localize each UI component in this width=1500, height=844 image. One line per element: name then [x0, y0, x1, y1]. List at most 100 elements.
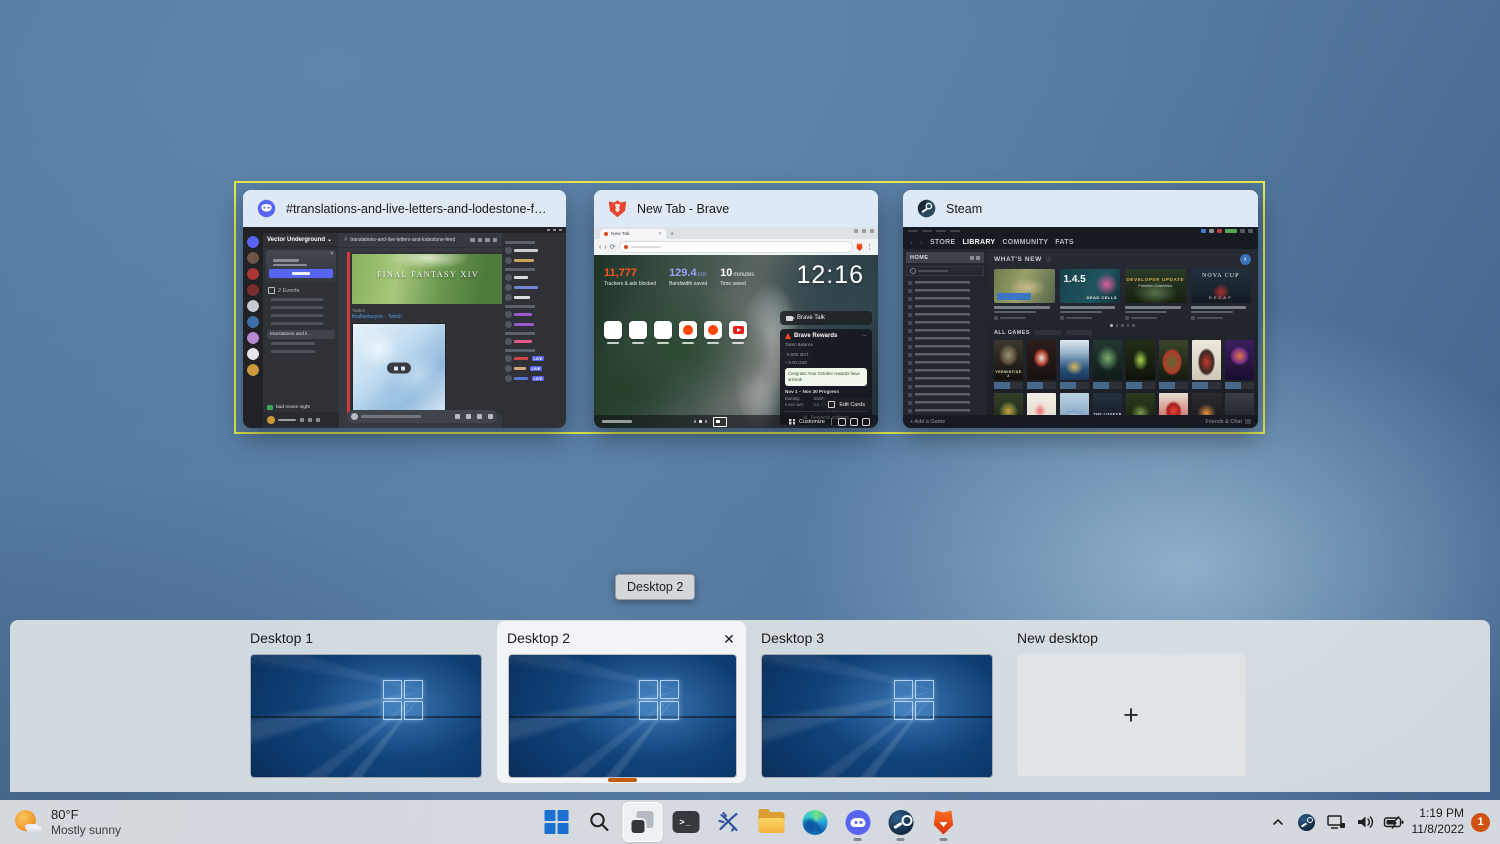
taskbar: 80°F Mostly sunny >_ — [0, 800, 1500, 844]
member-section-header — [505, 305, 535, 308]
update-card-image: 1.4.5DEAD CELLS — [1060, 269, 1121, 303]
page-dots — [694, 420, 708, 423]
window-thumbnail-header: New Tab - Brave — [594, 190, 878, 227]
terminal-button[interactable]: >_ — [666, 802, 706, 842]
desktop-3-label: Desktop 3 — [761, 630, 824, 646]
stat-label: Bandwidth saved — [669, 281, 707, 287]
skeleton-line — [1191, 311, 1233, 314]
desktop-2-thumbnail[interactable] — [508, 654, 737, 778]
start-button[interactable] — [537, 802, 577, 842]
stat-value: 11,777 — [604, 267, 656, 279]
game-cover — [1093, 340, 1122, 380]
stat-label: Trackers & ads blocked — [604, 281, 656, 287]
new-desktop-button[interactable]: + — [1017, 654, 1245, 776]
info-icon: ⓘ — [1046, 256, 1052, 263]
news-peek — [694, 417, 728, 427]
gift-icon — [455, 414, 460, 419]
input-placeholder-skeleton — [361, 415, 421, 418]
file-explorer-button[interactable] — [752, 802, 792, 842]
clock[interactable]: 1:19 PM 11/8/2022 — [1412, 806, 1465, 837]
front-square — [632, 820, 645, 833]
win10-wallpaper — [762, 655, 992, 777]
brave-talk-label: Brave Talk — [797, 315, 825, 321]
mic-icon — [300, 418, 304, 422]
embed-link: finalfantasyxiv - Twitch — [352, 314, 502, 320]
clock-widget: 12:16 — [796, 261, 864, 290]
member-section-header — [505, 349, 535, 352]
close-icon — [1248, 229, 1253, 233]
game-cover — [1060, 340, 1089, 380]
close-icon: ✕ — [723, 631, 735, 648]
rewards-period: Nov 1 – Nov 30 Progress — [785, 389, 867, 394]
media-controls — [387, 363, 411, 374]
steam-icon — [888, 810, 913, 835]
update-card-ffxiv — [994, 269, 1055, 320]
sort-pill-skeleton — [1035, 330, 1061, 335]
nav-username: FATS — [1055, 239, 1074, 246]
edit-cards-button: Edit Cards — [821, 398, 872, 411]
sketch-app-button[interactable] — [709, 802, 749, 842]
card-meta — [1191, 316, 1252, 320]
member-name — [514, 340, 532, 343]
grid-icon — [976, 256, 980, 260]
network-tray-icon[interactable] — [1325, 811, 1347, 833]
skeleton-line — [292, 272, 310, 275]
terminal-icon: >_ — [672, 811, 699, 833]
download-icon — [401, 366, 405, 370]
attach-icon — [351, 413, 358, 420]
desktop-1-thumbnail[interactable] — [250, 654, 482, 778]
speaker-icon — [1355, 812, 1375, 832]
search-button[interactable] — [580, 802, 620, 842]
all-games-filter-row: ALL GAMES — [994, 330, 1251, 336]
skeleton-line — [1060, 311, 1102, 314]
window-title: #translations-and-live-letters-and-lodes… — [286, 202, 552, 216]
minimize-icon — [1240, 229, 1245, 233]
edge-button[interactable] — [795, 802, 835, 842]
card-meta — [1060, 316, 1121, 320]
window-title: New Tab - Brave — [637, 202, 729, 216]
notification-badge[interactable]: 1 — [1471, 813, 1490, 832]
steam-tray-icon[interactable] — [1296, 811, 1318, 833]
earning-number: 0.023 — [785, 403, 795, 407]
selected-channel: translations and li... — [267, 330, 335, 339]
volume-tray-icon[interactable] — [1354, 811, 1376, 833]
events-label: 2 Events — [278, 288, 299, 294]
discord-button[interactable] — [838, 802, 878, 842]
desktop-3-thumbnail[interactable] — [761, 654, 993, 778]
member-list: LIVE LIVE LIVE — [502, 233, 566, 428]
shortcut-tile-reddit — [679, 321, 697, 339]
menu-item-skeleton — [936, 230, 946, 233]
game-cover: VERMINTIDE 2 — [994, 340, 1023, 380]
chevron-up-icon — [1271, 815, 1285, 829]
logo-pane — [894, 680, 913, 699]
battery-tray-icon[interactable] — [1383, 811, 1405, 833]
edit-cards-label: Edit Cards — [839, 402, 865, 408]
channel-header: # translations-and-live-letters-and-lode… — [339, 233, 502, 248]
forward-icon: › — [920, 238, 923, 247]
weather-widget[interactable]: 80°F Mostly sunny — [14, 800, 121, 844]
stat-label: Time saved — [720, 281, 754, 287]
browser-toolbar: ‹ › ⟳ ⋮ — [594, 239, 878, 255]
window-thumbnail-brave[interactable]: New Tab - Brave New Tab ✕ + ‹ › ⟳ ⋮ 11,7… — [594, 190, 878, 428]
task-view-button[interactable] — [623, 802, 663, 842]
brave-button[interactable] — [924, 802, 964, 842]
member-row — [505, 311, 563, 318]
live-badge: LIVE — [532, 376, 544, 381]
member-section-header — [505, 268, 535, 271]
developer-update-sub: Premium Cosmetics — [1125, 284, 1186, 288]
dot — [705, 420, 708, 423]
close-desktop-2-button[interactable]: ✕ — [719, 629, 739, 649]
steam-nav: ‹ › STORE LIBRARY COMMUNITY FATS — [903, 235, 1258, 249]
sidebar-search — [906, 266, 984, 276]
update-card-vermintide: DEVELOPER UPDATEPremium Cosmetics — [1125, 269, 1186, 320]
channel-name: translations-and-live-letters-and-lodest… — [350, 237, 467, 243]
window-thumbnail-steam[interactable]: Steam ‹ › STORE LIBRARY COMMUNITY FATS H… — [903, 190, 1258, 428]
folder-front — [759, 818, 785, 833]
steam-button[interactable] — [881, 802, 921, 842]
earning-block: Earning 0.023 BAT — [785, 396, 804, 408]
steam-menubar — [903, 227, 1258, 235]
tray-overflow-button[interactable] — [1267, 811, 1289, 833]
update-card-image: NOVA CUPRECAP — [1191, 269, 1252, 303]
window-thumbnail-discord[interactable]: #translations-and-live-letters-and-lodes… — [243, 190, 566, 428]
ffxiv-banner-image: FINAL FANTASY XIV — [352, 254, 502, 304]
